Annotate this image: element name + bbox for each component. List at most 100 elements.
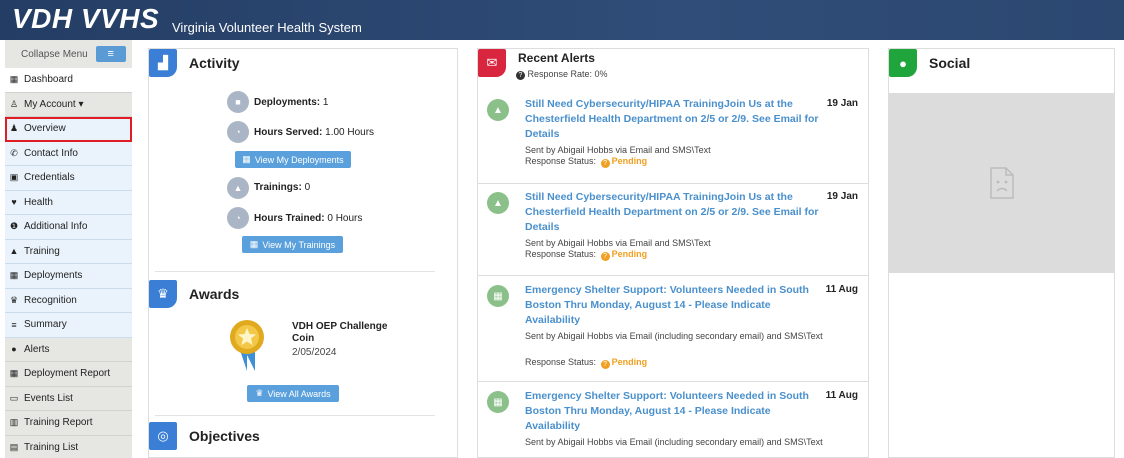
objectives-title: Objectives — [189, 428, 260, 444]
trainings-stat: Trainings: 0 — [254, 182, 310, 193]
trainings-label: Trainings: — [254, 182, 302, 193]
clock-icon: ◔ — [227, 207, 249, 229]
hours-served-stat: Hours Served: 1.00 Hours — [254, 127, 374, 138]
hours-trained-label: Hours Trained: — [254, 213, 325, 224]
broken-image-icon — [990, 167, 1014, 199]
dashboard-icon: ▦ — [9, 74, 19, 85]
sidebar-item-label: Summary — [24, 319, 67, 331]
recent-alerts-panel: ✉ Recent Alerts ? Response Rate: 0% ▲ St… — [477, 48, 869, 458]
sidebar-item-label: Contact Info — [24, 147, 78, 159]
sidebar-item-deployments[interactable]: ▦ Deployments — [5, 264, 132, 289]
sidebar-item-dashboard[interactable]: ▦ Dashboard — [5, 68, 132, 93]
person-icon: ♟ — [9, 123, 19, 134]
comment-icon: ● — [889, 49, 917, 77]
pending-icon: ? — [600, 252, 610, 261]
alert-response-status: Response Status: ? Pending — [525, 156, 825, 168]
trophy-icon: ♛ — [255, 388, 264, 398]
alert-sent-by: Sent by Abigail Hobbs via Email (includi… — [525, 437, 823, 447]
status-badge: Pending — [611, 357, 648, 367]
sidebar-item-label: Credentials — [24, 172, 75, 184]
divider — [478, 183, 868, 184]
view-trainings-button[interactable]: ▦ View My Trainings — [242, 236, 343, 253]
id-card-icon: ▣ — [9, 172, 19, 183]
collapse-menu-button[interactable]: ≡ — [95, 46, 126, 62]
social-feed-placeholder — [889, 93, 1115, 273]
alert-title-link[interactable]: Still Need Cybersecurity/HIPAA TrainingJ… — [525, 97, 827, 142]
sidebar-item-deployment-report[interactable]: ▦ Deployment Report — [5, 362, 132, 387]
sidebar-item-label: My Account ▾ — [24, 98, 84, 110]
alert-title-link[interactable]: Still Need Cybersecurity/HIPAA TrainingJ… — [525, 190, 827, 235]
alert-date: 11 Aug — [825, 390, 858, 401]
view-deployments-button[interactable]: ▦ View My Deployments — [235, 151, 351, 168]
view-all-awards-button[interactable]: ♛ View All Awards — [247, 385, 339, 402]
divider — [155, 271, 435, 272]
alert-date: 11 Aug — [825, 284, 858, 295]
alert-title-link[interactable]: Emergency Shelter Support: Volunteers Ne… — [525, 389, 827, 434]
list-icon: ≡ — [11, 319, 17, 330]
bar-chart-icon: ▟ — [149, 49, 177, 77]
comment-icon: ● — [11, 344, 17, 355]
response-status-label: Response Status: — [525, 156, 597, 166]
sidebar-item-overview[interactable]: ♟ Overview — [5, 117, 132, 142]
activity-title: Activity — [189, 55, 240, 71]
collapse-menu[interactable]: Collapse Menu ≡ — [5, 40, 132, 68]
phone-icon: ✆ — [10, 147, 18, 158]
sidebar: Collapse Menu ≡ ▦ Dashboard ♙ My Account ▾… — [5, 40, 132, 458]
sidebar-item-training[interactable]: ▲ Training — [5, 239, 132, 264]
alert-date: 19 Jan — [826, 191, 858, 202]
sidebar-item-additional-info[interactable]: ❶ Additional Info — [5, 215, 132, 240]
sidebar-item-label: Training List — [24, 441, 79, 453]
target-icon: ◎ — [149, 422, 177, 450]
sidebar-item-training-report[interactable]: ▥ Training Report — [5, 411, 132, 436]
sidebar-item-contact-info[interactable]: ✆ Contact Info — [5, 141, 132, 166]
alert-sent-by: Sent by Abigail Hobbs via Email and SMS\… — [525, 238, 711, 248]
status-badge: Pending — [611, 249, 648, 259]
ambulance-icon: ■ — [227, 91, 249, 113]
heartbeat-icon: ♥ — [11, 197, 17, 208]
sidebar-item-events-list[interactable]: ▭ Events List — [5, 387, 132, 411]
calendar-icon: ▦ — [242, 154, 251, 164]
sidebar-item-summary[interactable]: ≡ Summary — [5, 313, 132, 338]
sidebar-item-health[interactable]: ♥ Health — [5, 190, 132, 215]
sidebar-item-label: Training — [24, 245, 60, 257]
sidebar-item-label: Health — [24, 196, 53, 208]
deployments-label: Deployments: — [254, 97, 321, 108]
response-rate-text: Response Rate: 0% — [527, 69, 608, 79]
sidebar-item-label: Deployment Report — [24, 368, 111, 380]
response-rate: ? Response Rate: 0% — [516, 69, 608, 80]
divider — [478, 275, 868, 276]
deployments-value: 1 — [322, 97, 329, 108]
list-alt-icon: ▤ — [9, 441, 19, 452]
calendar-blank-icon: ▭ — [9, 392, 19, 403]
status-badge: Pending — [611, 156, 648, 166]
social-panel: ● Social — [888, 48, 1115, 458]
trophy-icon: ♛ — [9, 294, 19, 305]
info-icon: ❶ — [9, 221, 19, 232]
envelope-icon: ✉ — [478, 49, 506, 77]
sidebar-item-alerts[interactable]: ● Alerts — [5, 338, 132, 362]
trophy-icon: ♛ — [149, 280, 177, 308]
sidebar-item-credentials[interactable]: ▣ Credentials — [5, 166, 132, 191]
sidebar-item-label: Deployments — [24, 270, 83, 282]
graduation-cap-icon: ▲ — [227, 177, 249, 199]
hamburger-icon: ≡ — [107, 48, 114, 60]
activity-panel: ▟ Activity ■ Deployments: 1 ◔ Hours Serv… — [148, 48, 458, 458]
alert-date: 19 Jan — [826, 98, 858, 109]
clock-icon: ◔ — [227, 121, 249, 143]
response-status-label: Response Status: — [525, 357, 597, 367]
graduation-cap-icon: ▲ — [487, 99, 509, 121]
alert-title-link[interactable]: Emergency Shelter Support: Volunteers Ne… — [525, 283, 827, 328]
graduation-cap-icon: ▲ — [487, 192, 509, 214]
hours-served-label: Hours Served: — [254, 127, 323, 138]
awards-title: Awards — [189, 286, 240, 302]
sidebar-item-my-account[interactable]: ♙ My Account ▾ — [5, 93, 132, 117]
sidebar-item-training-list[interactable]: ▤ Training List — [5, 436, 132, 458]
sidebar-item-recognition[interactable]: ♛ Recognition — [5, 288, 132, 313]
sidebar-item-label: Recognition — [24, 294, 77, 306]
deployments-stat: Deployments: 1 — [254, 97, 328, 108]
hours-trained-stat: Hours Trained: 0 Hours — [254, 213, 362, 224]
divider — [155, 415, 435, 416]
app-logo[interactable]: VDH VVHS — [12, 3, 159, 35]
user-icon: ♙ — [9, 98, 19, 109]
sidebar-item-label: Events List — [24, 392, 73, 404]
